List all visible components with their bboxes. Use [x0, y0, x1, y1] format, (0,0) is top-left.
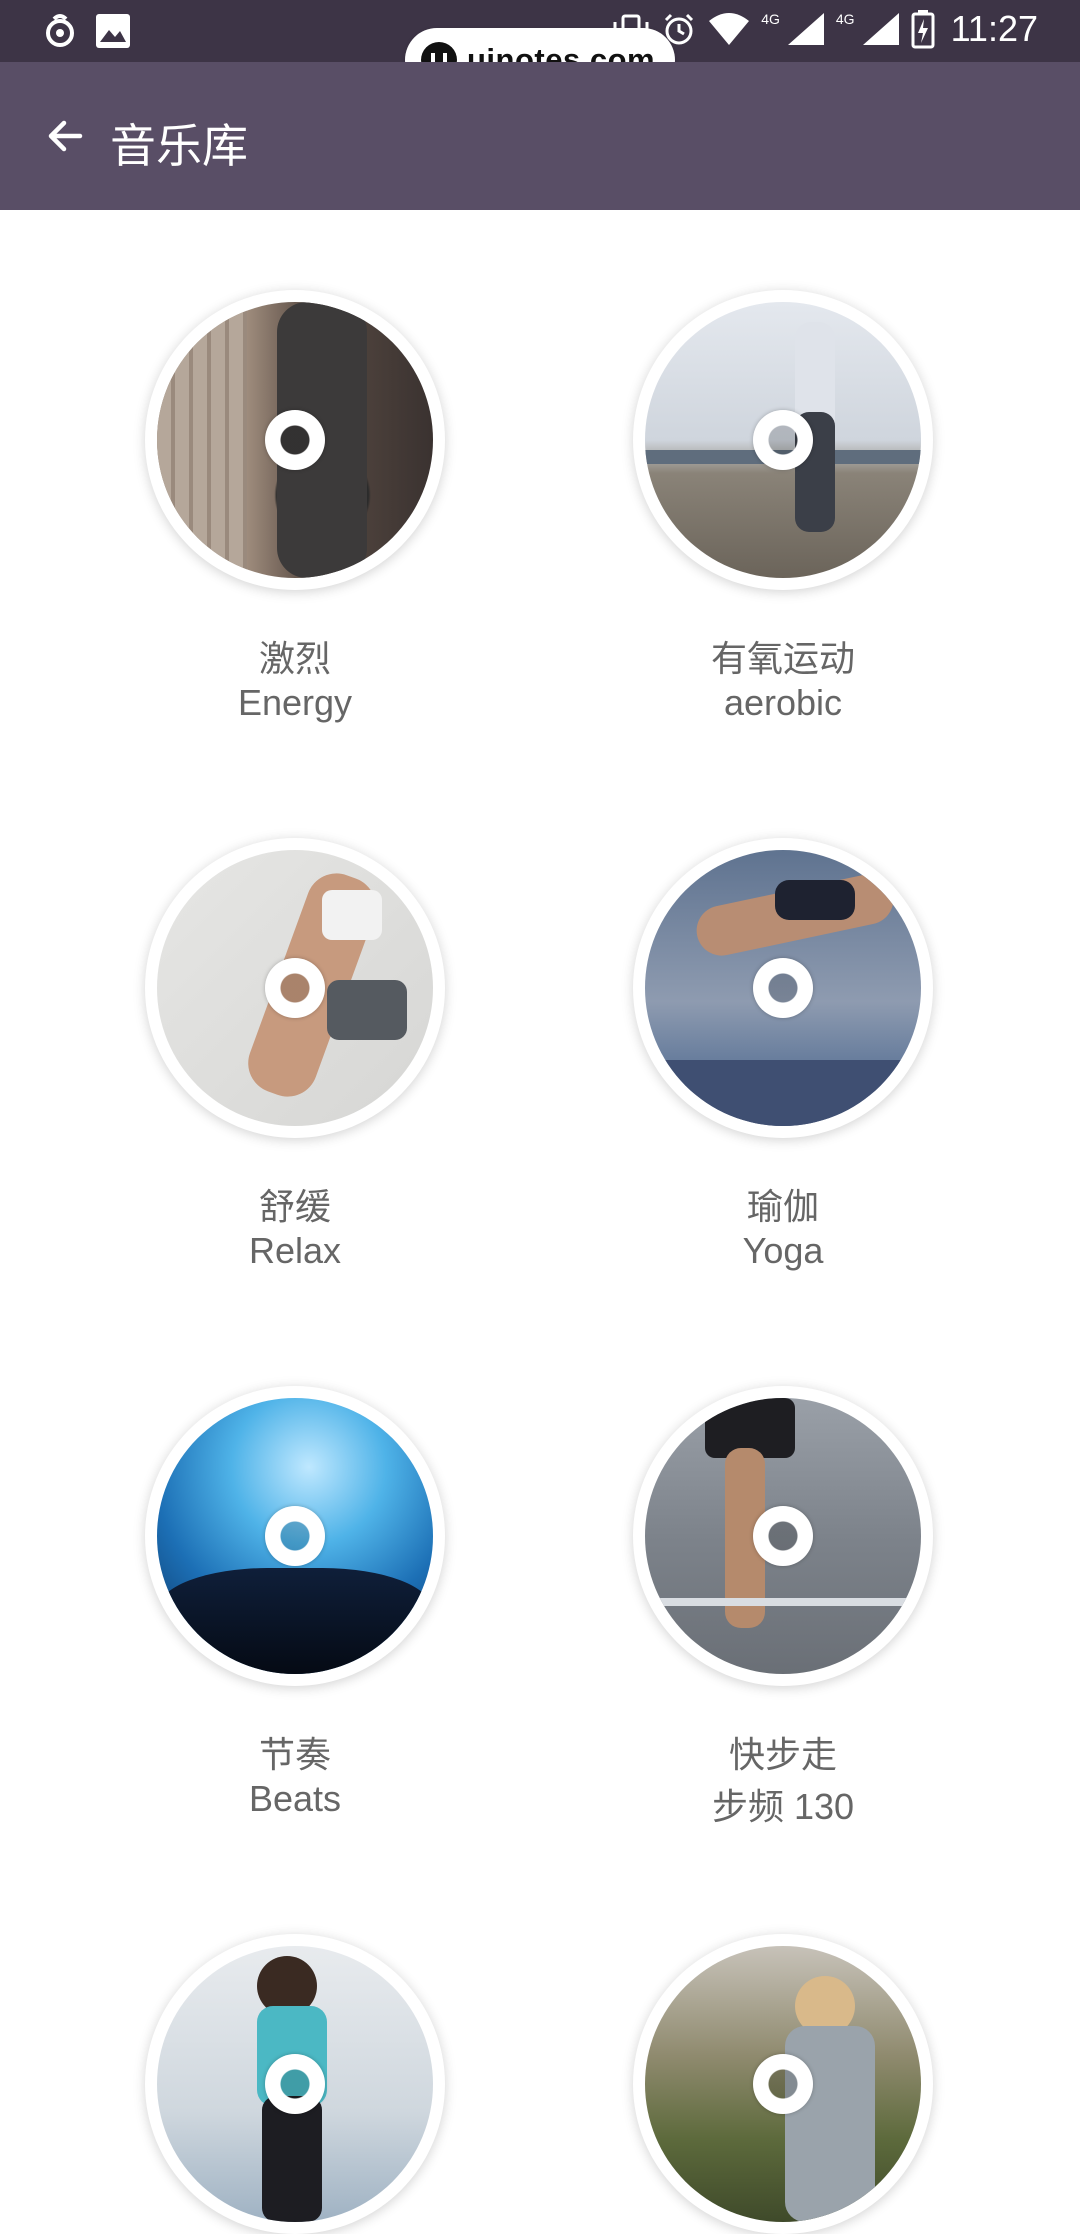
playlist-disc	[145, 1386, 445, 1686]
playlist-tile-beats[interactable]: 节奏 Beats	[90, 1386, 490, 1866]
arrow-left-icon	[48, 120, 83, 152]
playlist-disc	[633, 1386, 933, 1686]
app-bar: 音乐库	[0, 62, 1080, 210]
signal-icon	[787, 13, 824, 45]
playlist-disc	[633, 1934, 933, 2234]
playlist-name-en: aerobic	[723, 682, 843, 723]
disc-center-icon	[265, 2054, 325, 2114]
back-button[interactable]	[40, 110, 92, 162]
netease-icon	[46, 14, 74, 47]
playlist-name-cn: 舒缓	[258, 1186, 331, 1227]
playlist-name-en: 步频 130	[711, 1786, 855, 1827]
playlist-name-en: Beats	[248, 1778, 342, 1819]
playlist-name-cn: 激烈	[258, 638, 331, 679]
playlist-name-cn: 有氧运动	[710, 638, 855, 679]
disc-center-icon	[265, 958, 325, 1018]
signal-icon-2	[862, 13, 899, 45]
playlist-tile-yoga[interactable]: 瑜伽 Yoga	[578, 838, 978, 1318]
playlist-tile-relax[interactable]: 舒缓 Relax	[90, 838, 490, 1318]
disc-center-icon	[265, 1506, 325, 1566]
disc-center-icon	[753, 2054, 813, 2114]
disc-center-icon	[265, 410, 325, 470]
playlist-name-cn: 节奏	[258, 1734, 331, 1775]
playlist-grid: 激烈 Energy 有氧运动 aerobic 舒缓 Relax 瑜伽 Yoga …	[0, 210, 1080, 2234]
playlist-name-en: Relax	[248, 1230, 342, 1271]
network-type-label: 4G	[761, 11, 780, 27]
playlist-disc	[145, 1934, 445, 2234]
playlist-disc	[145, 290, 445, 590]
playlist-tile-brisk-walk[interactable]: 快步走 步频 130	[578, 1386, 978, 1866]
playlist-disc	[145, 838, 445, 1138]
page-title: 音乐库	[110, 120, 248, 172]
playlist-disc	[633, 838, 933, 1138]
playlist-tile-aerobic[interactable]: 有氧运动 aerobic	[578, 290, 978, 770]
playlist-name-cn: 瑜伽	[746, 1186, 819, 1227]
disc-center-icon	[753, 410, 813, 470]
playlist-disc	[633, 290, 933, 590]
status-time: 11:27	[950, 8, 1038, 49]
playlist-name-en: Yoga	[742, 1230, 824, 1271]
network-type-label-2: 4G	[835, 11, 855, 27]
playlist-tile-energy[interactable]: 激烈 Energy	[90, 290, 490, 770]
playlist-tile-8[interactable]	[578, 1934, 978, 2234]
disc-center-icon	[753, 1506, 813, 1566]
battery-icon	[911, 10, 935, 49]
gallery-icon	[96, 14, 130, 48]
playlist-name-en: Energy	[237, 682, 353, 723]
playlist-tile-7[interactable]	[90, 1934, 490, 2234]
disc-center-icon	[753, 958, 813, 1018]
wifi-icon	[709, 13, 750, 45]
playlist-name-cn: 快步走	[728, 1734, 837, 1775]
